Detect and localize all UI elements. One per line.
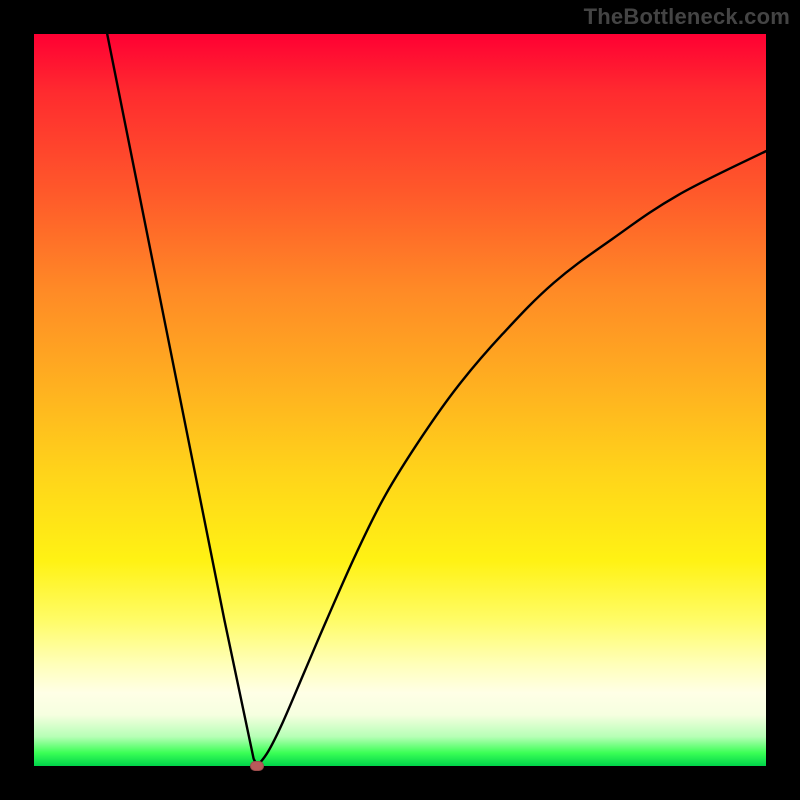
- chart-frame: TheBottleneck.com: [0, 0, 800, 800]
- curve-right-branch: [257, 151, 766, 766]
- curve-left-branch: [107, 34, 257, 766]
- plot-area: [34, 34, 766, 766]
- watermark-text: TheBottleneck.com: [584, 4, 790, 30]
- min-marker: [250, 761, 264, 771]
- curve-svg: [34, 34, 766, 766]
